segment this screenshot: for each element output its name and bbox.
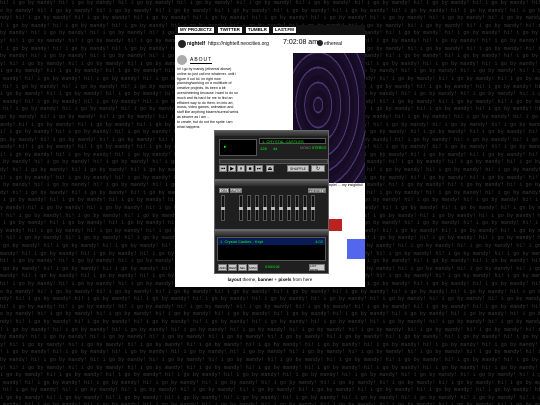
eq-auto-button[interactable]: AUTO xyxy=(230,188,242,193)
stereo: STEREO xyxy=(312,146,327,150)
shuffle-label: SHUFFLE xyxy=(290,166,306,171)
nav-lastfm[interactable]: LAST.FM xyxy=(272,27,296,33)
playlist-item[interactable]: 1. Crystal Castles - Kept 4:02 xyxy=(218,238,325,245)
misc-button[interactable]: MISC xyxy=(248,264,258,271)
eq-band-2[interactable] xyxy=(247,195,251,221)
select-button[interactable]: SEL xyxy=(238,264,247,271)
stop-button[interactable]: ■ xyxy=(246,165,254,172)
clock-time: 7:02:08 am xyxy=(283,39,319,46)
eq-preamp-slider[interactable] xyxy=(221,195,225,221)
eq-on-button[interactable]: ON xyxy=(219,188,229,193)
footer: layout theme, banner + pixels from here xyxy=(175,277,365,282)
track-marquee: 1. CRYSTAL CASTLES xyxy=(259,138,326,144)
repeat-button[interactable]: ↻ xyxy=(311,165,325,172)
remove-label: REM xyxy=(229,265,236,270)
nav-twitter[interactable]: TWITTER xyxy=(217,27,242,33)
site-url[interactable]: https://nightelf.neocities.org xyxy=(208,41,269,47)
eq-presets-label: PRESETS xyxy=(308,188,326,193)
playlist-list: 1. Crystal Castles - Kept 4:02 xyxy=(217,237,326,261)
eq-band-1[interactable] xyxy=(239,195,243,221)
stamp-blue xyxy=(347,239,365,259)
winamp-equalizer-window[interactable]: ON AUTO PRESETS xyxy=(214,180,329,230)
khz: 44 xyxy=(273,146,278,151)
seek-bar[interactable] xyxy=(219,159,328,164)
eq-band-10[interactable] xyxy=(311,195,315,221)
prev-button[interactable]: ⏮ xyxy=(219,165,227,172)
avatar-icon xyxy=(178,40,186,48)
about-title: ABOUT xyxy=(190,56,213,64)
eq-band-9[interactable] xyxy=(303,195,307,221)
eq-auto-label: AUTO xyxy=(231,188,241,193)
footer-banner[interactable]: banner xyxy=(258,277,273,282)
track-title: 1. CRYSTAL CASTLES xyxy=(262,139,304,144)
top-nav: MY PROJECTZ TWITTER TUMBLR LAST.FM xyxy=(175,25,365,35)
remove-button[interactable]: REM xyxy=(228,264,237,271)
winamp-playlist-window[interactable]: 1. Crystal Castles - Kept 4:02 ADD REM S… xyxy=(214,230,329,274)
eq-band-4[interactable] xyxy=(263,195,267,221)
winamp-main-window[interactable]: ▸ 1. CRYSTAL CASTLES 128 44 MONO STEREO … xyxy=(214,130,329,180)
list-options-label: LIST OPTS xyxy=(310,263,319,272)
eq-band-5[interactable] xyxy=(271,195,275,221)
add-button[interactable]: ADD xyxy=(218,264,227,271)
nav-my-projects[interactable]: MY PROJECTZ xyxy=(178,27,214,33)
playlist-titlebar[interactable] xyxy=(215,231,328,236)
about-text-tail: to create, but do not the sprite i am wh… xyxy=(177,119,233,129)
eq-band-6[interactable] xyxy=(279,195,283,221)
footer-pixels[interactable]: pixels xyxy=(278,277,291,282)
site-header: nightelf https://nightelf.neocities.org … xyxy=(175,37,365,53)
misc-label: MISC xyxy=(249,265,257,270)
footer-layout[interactable]: layout xyxy=(228,277,242,282)
equalizer-titlebar[interactable] xyxy=(215,181,328,186)
eq-band-3[interactable] xyxy=(255,195,259,221)
about-text: hi! i go by mandy (ethereal above) onlin… xyxy=(177,67,240,119)
shuffle-button[interactable]: SHUFFLE xyxy=(287,165,309,172)
site-name[interactable]: nightelf xyxy=(187,41,205,47)
nav-tumblr[interactable]: TUMBLR xyxy=(245,27,269,33)
next-button[interactable]: ⏭ xyxy=(255,165,263,172)
mono: MONO xyxy=(300,146,311,150)
time-display: ▸ xyxy=(219,139,257,156)
pause-button[interactable]: ⏸ xyxy=(237,165,245,172)
playlist-time: 0:00/4:02 xyxy=(265,265,280,269)
ethereal-link[interactable]: ethereal xyxy=(324,41,342,47)
footer-suffix: from here xyxy=(291,277,313,282)
winamp-titlebar[interactable] xyxy=(215,131,328,136)
select-label: SEL xyxy=(239,265,246,270)
list-options-button[interactable]: LIST OPTS xyxy=(309,263,325,272)
eq-presets-button[interactable]: PRESETS xyxy=(308,188,326,193)
play-button[interactable]: ▶ xyxy=(228,165,236,172)
footer-text: theme, xyxy=(241,277,258,282)
eject-button[interactable]: ⏏ xyxy=(266,165,274,172)
eq-band-7[interactable] xyxy=(287,195,291,221)
eq-band-8[interactable] xyxy=(295,195,299,221)
play-indicator-icon: ▸ xyxy=(224,144,227,150)
playlist-item-title: 1. Crystal Castles - Kept xyxy=(220,239,264,244)
sidebar-avatar xyxy=(177,55,187,65)
globe-icon xyxy=(317,40,323,46)
kbps: 128 xyxy=(260,146,267,151)
eq-on-label: ON xyxy=(221,188,227,193)
playlist-item-duration: 4:02 xyxy=(315,239,323,244)
add-label: ADD xyxy=(219,265,226,270)
